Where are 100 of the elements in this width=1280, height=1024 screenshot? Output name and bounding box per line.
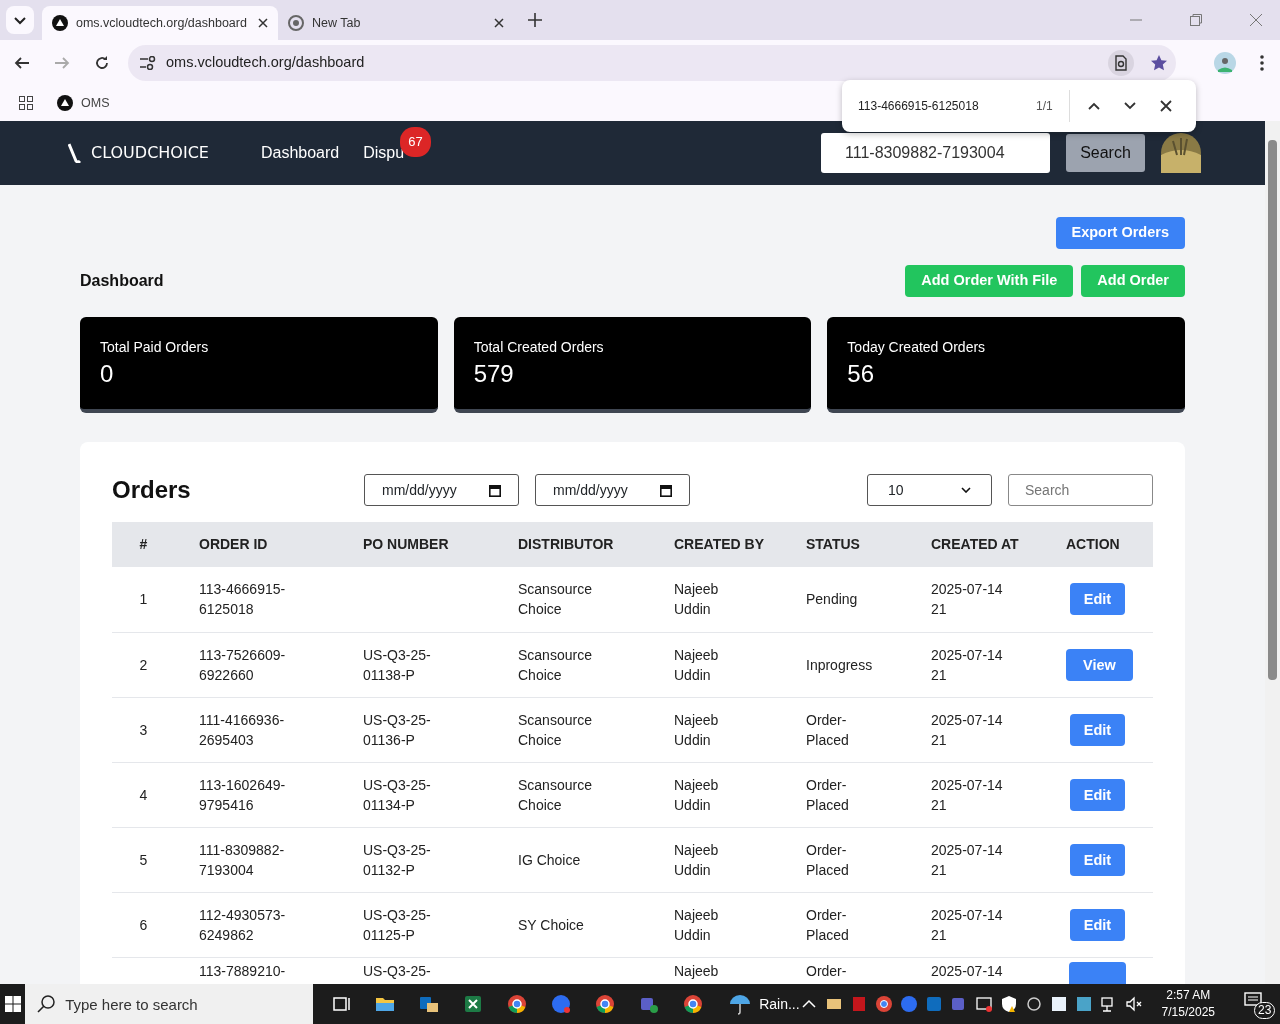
row-number: 3 <box>139 721 148 738</box>
view-button[interactable]: View <box>1066 648 1133 681</box>
column-header: CREATED AT <box>907 522 1042 567</box>
edit-button[interactable]: Edit <box>1069 778 1126 811</box>
page-size-select[interactable]: 10 <box>867 474 992 506</box>
action-button[interactable]: Export Orders <box>1055 217 1185 249</box>
brand-logo[interactable]: CLOUDCHOICE <box>68 143 209 163</box>
table-cell: 112-4930573-6249862 <box>199 906 286 943</box>
app-tile-icon[interactable] <box>1074 995 1093 1013</box>
table-cell: Pending <box>806 591 858 608</box>
search-field[interactable]: 111-8309882-7193004 <box>821 133 1050 173</box>
spreadsheet-icon <box>463 994 484 1014</box>
table-cell: US-Q3-25-01136-P <box>363 711 431 748</box>
browser-icon <box>507 994 528 1014</box>
date-field[interactable]: mm/dd/yyyy <box>364 474 519 506</box>
apps-grid-icon[interactable] <box>19 96 33 110</box>
section-title: Orders <box>112 475 192 505</box>
browser-tab[interactable]: oms.vcloudtech.org/dashboard <box>42 6 278 40</box>
user-avatar-icon[interactable] <box>1161 133 1201 173</box>
table-cell: 2025-07-14 21 <box>931 711 1003 748</box>
table-cell: 113-7889210- <box>199 962 286 979</box>
close-icon[interactable] <box>1159 100 1172 112</box>
browser-icon <box>288 15 304 31</box>
table-cell: Order-Placed <box>806 776 849 813</box>
notification-count: 23 <box>1254 1002 1276 1019</box>
reload-icon[interactable] <box>94 54 110 71</box>
video-call-icon <box>551 994 572 1014</box>
table-cell: 2025-07-14 21 <box>931 906 1003 943</box>
find-field[interactable]: 113-4666915-6125018 <box>858 97 1018 115</box>
task-view-icon <box>331 994 352 1014</box>
table-cell: Najeeb Uddin <box>674 711 719 748</box>
table-cell: Order-Placed <box>806 711 849 748</box>
table-cell: US-Q3-25-01132-P <box>363 841 431 878</box>
table-cell: US-Q3-25-01134-P <box>363 776 431 813</box>
new-tab-icon[interactable] <box>528 13 542 27</box>
table-cell: Scansource Choice <box>518 776 592 813</box>
table-cell: Najeeb Uddin <box>674 581 719 618</box>
tab-list-icon[interactable] <box>6 6 34 34</box>
column-header: # <box>112 522 175 567</box>
table-cell: 111-4166936-2695403 <box>199 711 285 748</box>
table-cell: 113-1602649-9795416 <box>199 776 286 813</box>
weather-widget[interactable]: Rain... <box>729 993 800 1015</box>
search-field[interactable]: Search <box>1008 474 1153 506</box>
table-cell: Najeeb <box>674 962 719 979</box>
nav-link[interactable]: Dashboard <box>260 144 340 161</box>
calendar-icon <box>660 483 672 497</box>
scrollbar[interactable] <box>1265 121 1280 984</box>
browser-icon[interactable] <box>874 995 893 1013</box>
table-cell: Order-Placed <box>806 841 849 878</box>
table-cell: US-Q3-25-01138-P <box>363 646 431 683</box>
more-icon[interactable] <box>1260 54 1264 71</box>
video-call-icon[interactable] <box>899 995 918 1013</box>
previous-match-icon[interactable] <box>1087 102 1100 110</box>
star-icon[interactable] <box>1150 53 1168 72</box>
close-icon[interactable] <box>494 18 504 28</box>
row-number: 5 <box>139 851 148 868</box>
edit-button[interactable]: Edit <box>1069 843 1126 876</box>
windows-icon <box>4 996 21 1012</box>
table-cell: 113-7526609-6922660 <box>199 646 286 683</box>
stat-label: Total Paid Orders <box>100 338 210 357</box>
search-button[interactable]: Search <box>1066 134 1145 172</box>
shield-icon[interactable] <box>999 995 1018 1013</box>
browser-icon <box>595 994 616 1014</box>
site-icon <box>57 95 73 111</box>
table-cell: 2025-07-14 21 <box>931 646 1003 683</box>
table-cell: Scansource Choice <box>518 581 592 618</box>
stat-value: 579 <box>473 359 515 389</box>
edit-button[interactable] <box>1069 961 1126 984</box>
table-cell: 2025-07-14 21 <box>931 776 1003 813</box>
table-cell: 111-8309882-7193004 <box>199 841 285 878</box>
row-number: 2 <box>139 656 148 673</box>
edit-button[interactable]: Edit <box>1069 908 1126 941</box>
close-icon[interactable] <box>258 18 268 28</box>
back-icon[interactable] <box>14 54 30 71</box>
table-cell: Order- <box>806 962 847 979</box>
profile-avatar-icon[interactable] <box>1214 51 1236 74</box>
table-cell: US-Q3-25- <box>363 962 431 979</box>
browser-tab[interactable]: New Tab <box>278 6 514 40</box>
date-field[interactable]: mm/dd/yyyy <box>535 474 690 506</box>
table-cell: 2025-07-14 21 <box>931 581 1003 618</box>
edit-button[interactable]: Edit <box>1069 583 1126 616</box>
monitor-icon[interactable] <box>974 995 993 1013</box>
table-cell: 2025-07-14 21 <box>931 841 1003 878</box>
bookmark-link[interactable]: OMS <box>57 93 110 113</box>
page-search-icon[interactable] <box>1108 49 1134 76</box>
muted-speaker-icon[interactable] <box>1124 995 1143 1013</box>
taskbar-clock[interactable]: 2:57 AM 7/15/2025 <box>1161 987 1215 1021</box>
restore-icon[interactable] <box>1190 14 1202 26</box>
column-header: CREATED BY <box>650 522 782 567</box>
next-match-icon[interactable] <box>1123 102 1136 110</box>
taskbar-search-field[interactable]: Type here to search <box>25 984 314 1024</box>
column-header: STATUS <box>782 522 907 567</box>
table-cell: Najeeb Uddin <box>674 841 719 878</box>
column-header: DISTRIBUTOR <box>494 522 650 567</box>
column-header: ACTION <box>1042 522 1153 567</box>
edit-button[interactable]: Edit <box>1069 713 1126 746</box>
notification-center[interactable]: 23 <box>1240 984 1276 1024</box>
table-cell: Order-Placed <box>806 906 849 943</box>
site-settings-icon[interactable] <box>140 55 156 70</box>
table-cell: Scansource Choice <box>518 711 592 748</box>
